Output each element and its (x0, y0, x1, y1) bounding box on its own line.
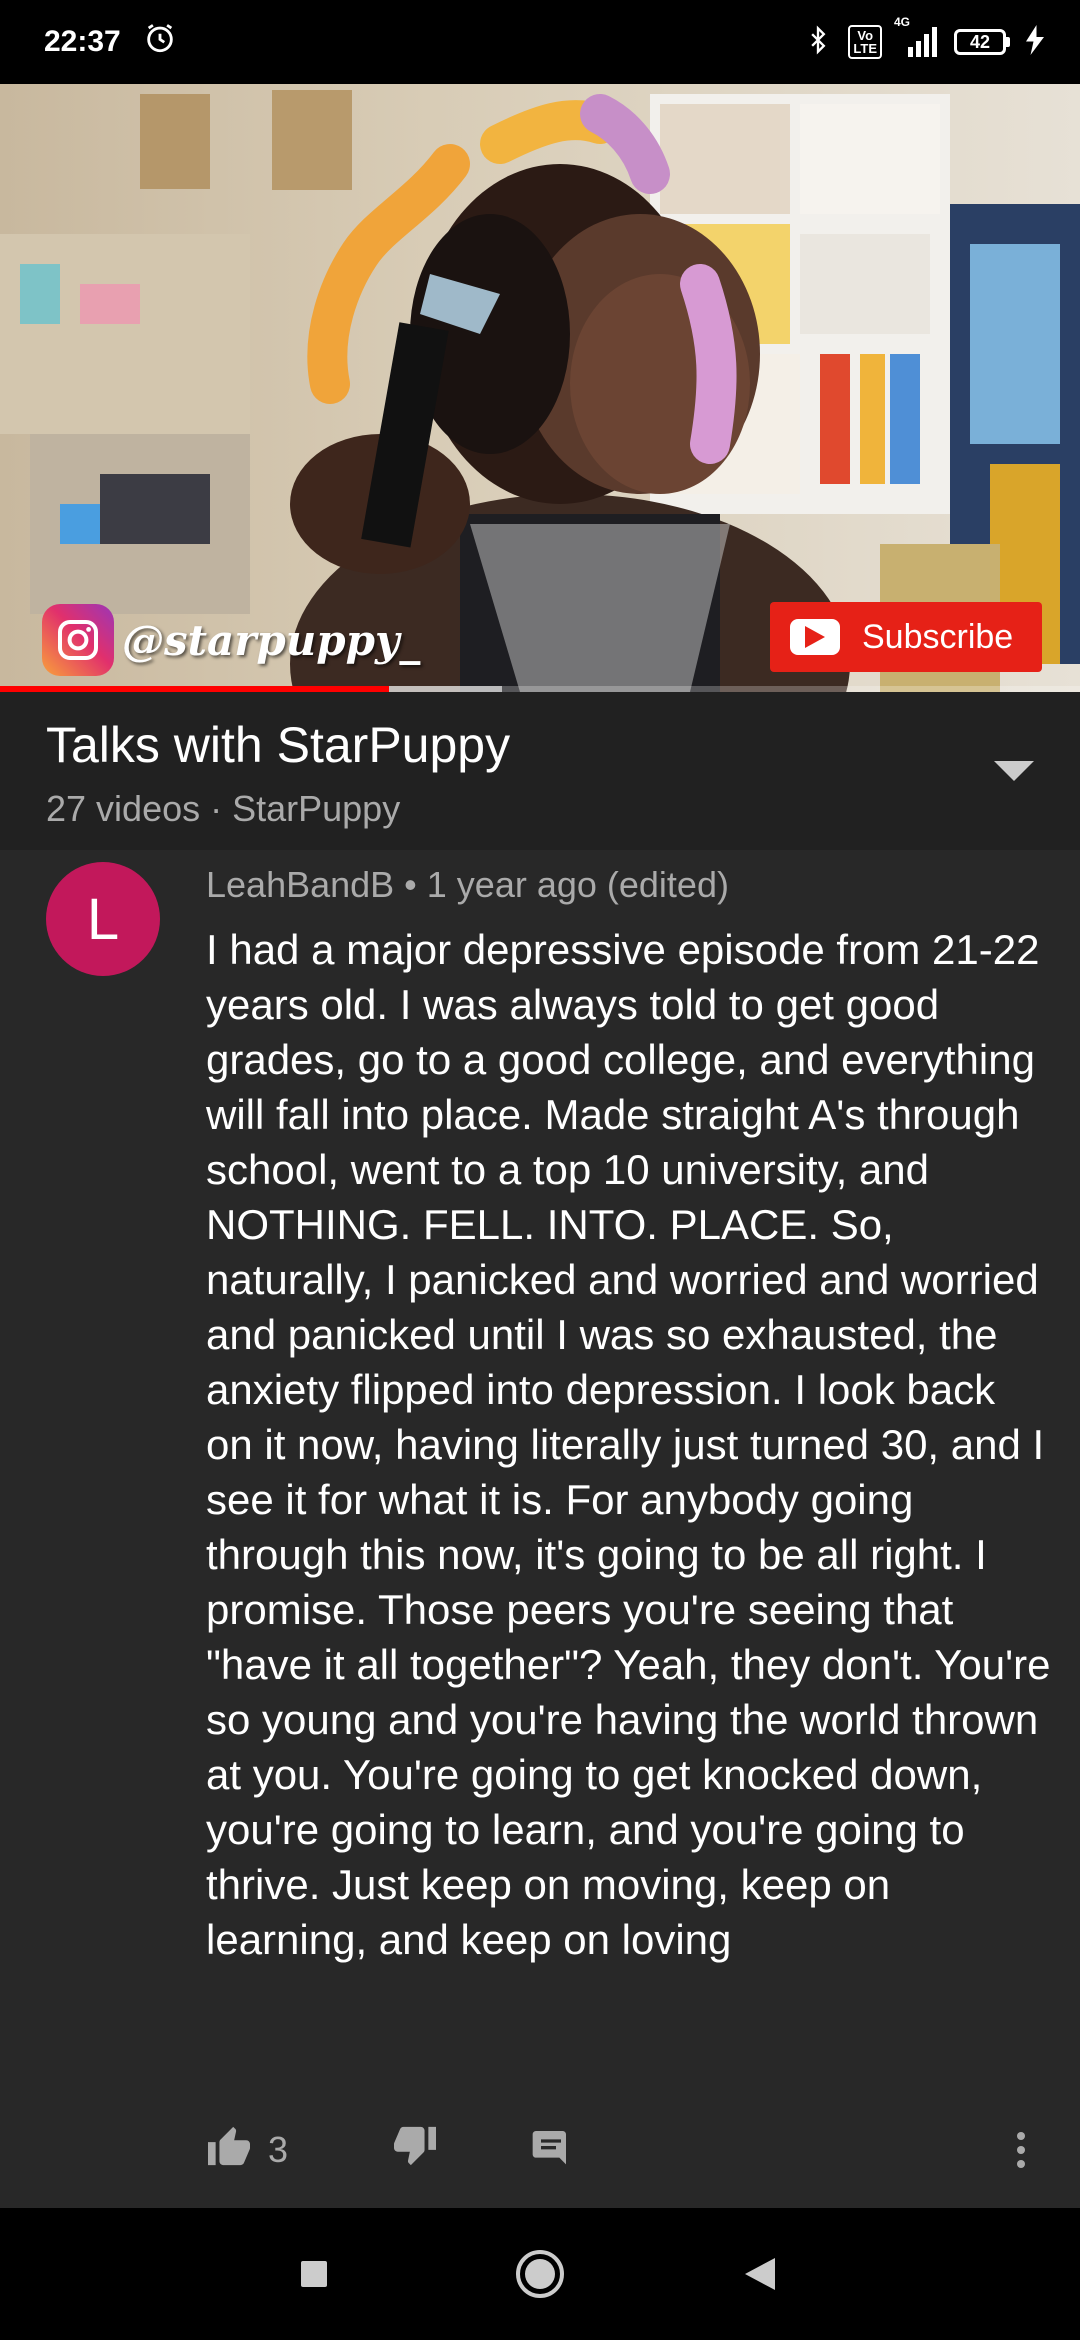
volte-icon: Vo LTE (848, 25, 882, 59)
status-bar: 22:37 Vo LTE 4G 42 (0, 0, 1080, 84)
signal-icon: 4G (894, 15, 938, 57)
more-options-icon[interactable] (1016, 2120, 1026, 2180)
instagram-watermark: @starpuppy_ (42, 604, 420, 676)
instagram-icon (42, 604, 114, 676)
clock: 22:37 (44, 25, 121, 58)
thumbs-up-icon (206, 2125, 252, 2176)
navigation-bar (0, 2208, 1080, 2340)
dislike-button[interactable] (392, 2120, 438, 2180)
subscribe-label: Subscribe (862, 617, 1014, 656)
playlist-title: Talks with StarPuppy (46, 717, 511, 773)
subscribe-button[interactable]: Subscribe (770, 602, 1042, 672)
comment-text: I had a major depressive episode from 21… (206, 926, 1051, 1963)
reply-button[interactable] (530, 2120, 572, 2180)
playlist-header[interactable]: Talks with StarPuppy 27 videos · StarPup… (0, 692, 1080, 850)
comment-card: L LeahBandB • 1 year ago (edited) I had … (0, 850, 1080, 2208)
comment-actions: 3 (206, 2120, 1056, 2180)
video-player[interactable]: @starpuppy_ Subscribe (0, 84, 1080, 692)
like-count: 3 (268, 2129, 289, 2170)
back-button[interactable] (730, 2244, 790, 2304)
like-button[interactable]: 3 (206, 2120, 288, 2180)
battery-icon: 42 (954, 29, 1010, 55)
recents-button[interactable] (284, 2244, 344, 2304)
avatar[interactable]: L (46, 862, 160, 976)
alarm-icon (143, 21, 177, 63)
playlist-meta: 27 videos · StarPuppy (46, 788, 401, 829)
instagram-handle: @starpuppy_ (122, 615, 421, 665)
thumbs-down-icon (392, 2125, 438, 2176)
reply-icon (530, 2126, 572, 2175)
chevron-down-icon[interactable] (984, 752, 1044, 792)
youtube-play-icon (790, 619, 840, 655)
video-frame (0, 84, 1080, 692)
charging-icon (1026, 24, 1044, 60)
home-button[interactable] (510, 2244, 570, 2304)
bluetooth-icon (804, 23, 832, 62)
comment-header: LeahBandB • 1 year ago (edited) (206, 864, 729, 905)
